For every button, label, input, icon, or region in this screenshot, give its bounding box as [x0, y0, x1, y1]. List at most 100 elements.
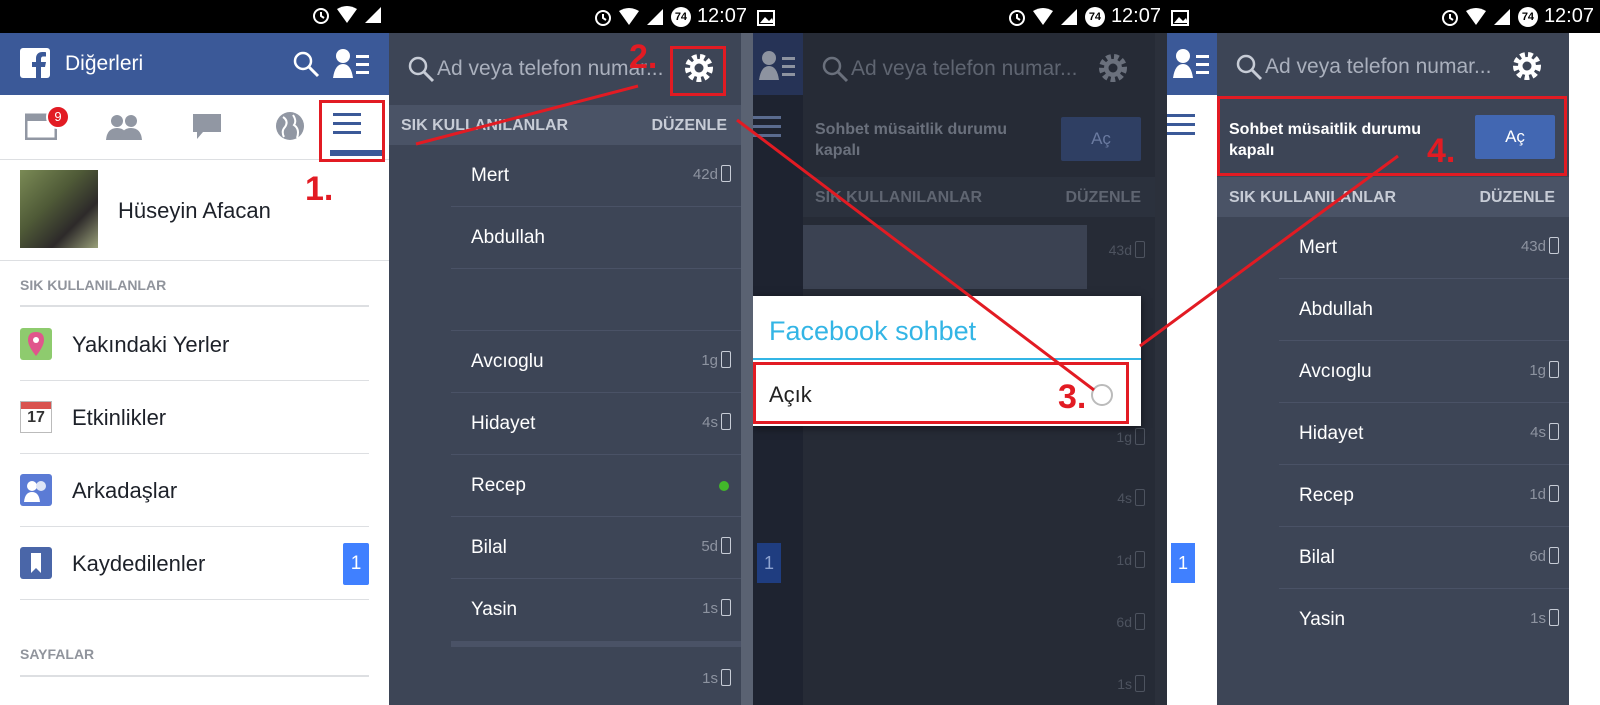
menu-item-label: Yakındaki Yerler: [72, 332, 230, 357]
friend-row[interactable]: Mert 42d: [389, 145, 741, 207]
friend-row[interactable]: Yasin 1s: [389, 579, 741, 641]
wifi-icon: [1465, 7, 1486, 25]
dim-meta: 1s: [1117, 675, 1145, 692]
battery-level: 74: [670, 6, 691, 27]
last-active: 4s: [702, 413, 731, 431]
chat-search-bar: Ad veya telefon numar...: [803, 33, 1155, 105]
side-strip: [741, 33, 753, 705]
status-icons: 74 12:07: [593, 5, 747, 28]
settings-gear-icon: [1099, 54, 1127, 82]
saved-count-badge: 1: [1171, 543, 1195, 583]
menu-item-saved[interactable]: Kaydedilenler 1: [20, 527, 369, 600]
mobile-icon: [1549, 485, 1559, 502]
step4-number: 4.: [1427, 132, 1456, 170]
friend-requests-icon[interactable]: [333, 48, 371, 80]
saved-count-badge: 1: [757, 543, 781, 583]
friend-row[interactable]: Avcıoglu 1g: [389, 331, 741, 393]
header-title: Diğerleri: [65, 52, 144, 75]
friends-tab-icon[interactable]: [106, 114, 142, 140]
friend-row[interactable]: Bilal 5d: [389, 517, 741, 579]
status-bar: [0, 0, 389, 33]
dim-meta: 4s: [1117, 489, 1145, 506]
last-active: 1g: [701, 351, 731, 369]
signal-icon: [1060, 8, 1077, 25]
globe-tab-icon[interactable]: [275, 111, 305, 141]
friend-row[interactable]: Avcıoglu 1g: [1217, 341, 1569, 403]
alarm-icon: [313, 8, 329, 24]
last-active: 5d: [701, 537, 731, 555]
search-input: Ad veya telefon numar...: [851, 57, 1078, 80]
favorites-section-header: SIK KULLANILANLAR DÜZENLE: [1217, 177, 1569, 217]
clock: 12:07: [1543, 5, 1594, 27]
facebook-logo-icon[interactable]: [20, 48, 50, 78]
dim-meta: 6d: [1116, 613, 1145, 630]
friend-row[interactable]: Recep 1d: [1217, 465, 1569, 527]
alarm-icon: [594, 9, 611, 26]
friend-row[interactable]: [389, 269, 741, 331]
last-active: 43d: [1521, 237, 1559, 255]
status-bar: 74 12:07: [1167, 0, 1600, 33]
friend-name: Yasin: [1299, 609, 1346, 630]
favorites-label: SIK KULLANILANLAR: [1229, 189, 1397, 206]
chat-search-bar[interactable]: Ad veya telefon numar...: [1217, 33, 1569, 105]
menu-item-label: Arkadaşlar: [72, 478, 178, 503]
menu-item-label: Etkinlikler: [72, 405, 167, 430]
saved-count-badge: 1: [343, 543, 369, 585]
friend-row[interactable]: Hidayet 4s: [389, 393, 741, 455]
signal-icon: [365, 7, 381, 23]
friend-name: Avcıoglu: [1299, 361, 1372, 382]
friends-icon: [20, 474, 52, 506]
list-separator: [451, 641, 741, 647]
chat-availability-panel: Sohbet müsaitlik durumu kapalı Aç: [803, 105, 1155, 177]
menu-item-nearby-places[interactable]: Yakındaki Yerler: [20, 308, 369, 381]
messages-tab-icon[interactable]: [193, 114, 221, 140]
friend-row[interactable]: Recep: [389, 455, 741, 517]
last-active: 1g: [1529, 361, 1559, 379]
last-active: 4s: [1530, 423, 1559, 441]
wifi-icon: [618, 7, 639, 25]
online-dot-icon: [719, 481, 729, 491]
friend-name: Recep: [1299, 485, 1354, 506]
search-input[interactable]: Ad veya telefon numar...: [1265, 55, 1491, 79]
pages-divider: [20, 675, 369, 677]
mobile-icon: [721, 413, 731, 430]
friend-row[interactable]: Hidayet 4s: [1217, 403, 1569, 465]
screen-1-more-menu: Diğerleri 9 Hüseyin Afacan SIK KULLANILA…: [0, 0, 389, 705]
edit-link[interactable]: DÜZENLE: [1479, 189, 1555, 207]
clock: 12:07: [696, 5, 747, 27]
friend-name: Avcıoglu: [471, 351, 544, 372]
friend-row[interactable]: Abdullah: [389, 207, 741, 269]
mobile-icon: [721, 351, 731, 368]
friend-row[interactable]: Mert 43d: [1217, 217, 1569, 279]
mobile-icon: [721, 537, 731, 554]
screen-4-chat-on: 74 12:07 1 Ad veya telefon numar... Sohb…: [1167, 0, 1600, 705]
friend-row[interactable]: 1s: [389, 649, 741, 705]
favorites-label: SIK KULLANILANLAR: [401, 117, 569, 134]
step2-number: 2.: [629, 38, 658, 76]
settings-gear-icon[interactable]: [1509, 48, 1545, 84]
friend-name: Yasin: [471, 599, 518, 620]
friend-row[interactable]: Abdullah: [1217, 279, 1569, 341]
turn-on-button: Aç: [1061, 117, 1141, 161]
menu-item-events[interactable]: 17 Etkinlikler: [20, 381, 369, 454]
friend-name: Mert: [1299, 237, 1337, 258]
calendar-icon: 17: [20, 401, 52, 433]
search-icon[interactable]: [292, 50, 320, 78]
background-app-strip: 1: [1167, 33, 1217, 705]
favorites-section-header: SIK KULLANILANLAR DÜZENLE: [803, 177, 1155, 217]
friend-name: Hidayet: [471, 413, 536, 434]
mobile-icon: [1549, 547, 1559, 564]
dialog-title: Facebook sohbet: [769, 316, 977, 346]
friend-row[interactable]: Bilal 6d: [1217, 527, 1569, 589]
menu-item-friends[interactable]: Arkadaşlar: [20, 454, 369, 527]
dim-avatar-block: [803, 225, 1087, 289]
friend-name: Mert: [471, 165, 509, 186]
last-active: 6d: [1529, 547, 1559, 565]
alarm-icon: [1008, 9, 1025, 26]
last-active: 1s: [702, 599, 731, 617]
status-icons: 74 12:07: [1007, 5, 1161, 28]
edit-link[interactable]: DÜZENLE: [651, 117, 727, 135]
calendar-day: 17: [27, 409, 45, 426]
friend-row[interactable]: Yasin 1s: [1217, 589, 1569, 651]
menu-tab-icon: [753, 116, 781, 137]
